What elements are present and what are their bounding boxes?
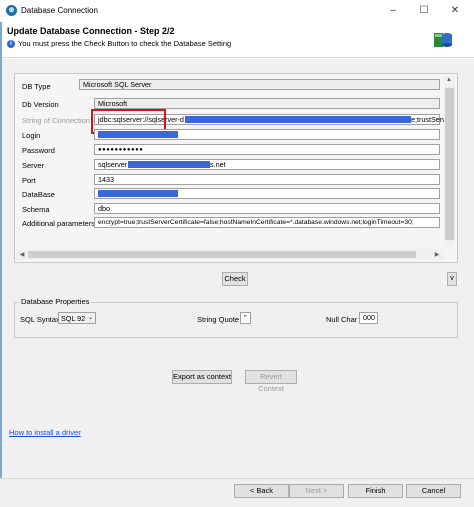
vertical-scroll-thumb[interactable] <box>445 88 454 240</box>
null-char-label: Null Char <box>326 315 358 324</box>
port-label: Port <box>22 176 36 185</box>
cancel-button[interactable]: Cancel <box>406 484 461 498</box>
server-suffix: s.net <box>210 160 226 169</box>
db-type-field[interactable]: Microsoft SQL Server <box>79 79 440 90</box>
header-message: You must press the Check Button to check… <box>18 39 232 48</box>
additional-parameters-label: Additional parameters <box>22 219 95 228</box>
scroll-up-arrow[interactable]: ▲ <box>444 77 454 83</box>
scroll-left-arrow[interactable]: ◀ <box>17 251 27 258</box>
server-prefix: sqlserver <box>98 160 128 169</box>
string-quote-field[interactable]: " <box>240 312 251 324</box>
server-label: Server <box>22 161 45 170</box>
close-button[interactable]: ✕ <box>444 2 466 19</box>
string-quote-label: String Quote <box>197 315 240 324</box>
horizontal-scroll-thumb[interactable] <box>28 251 416 258</box>
password-label: Password <box>22 146 55 155</box>
redacted-database-value <box>98 190 178 197</box>
connection-string-label: String of Connection <box>22 116 90 125</box>
window-border <box>0 22 2 507</box>
db-version-select[interactable]: Microsoft <box>94 98 440 109</box>
redacted-server-value <box>128 161 210 168</box>
export-as-context-button[interactable]: Export as context <box>172 370 232 384</box>
sql-syntax-value: SQL 92 <box>61 314 86 323</box>
database-label: DataBase <box>22 190 55 199</box>
db-version-label: Db Version <box>22 100 59 109</box>
redacted-connection-value <box>185 116 411 123</box>
minimize-button[interactable]: – <box>382 2 404 19</box>
connection-string-suffix: e;trustServ <box>411 115 446 124</box>
sql-syntax-select[interactable]: SQL 92 ⌄ <box>58 312 96 324</box>
database-properties-title: Database Properties <box>19 297 92 306</box>
port-field[interactable]: 1433 <box>94 174 440 185</box>
additional-parameters-field[interactable]: encrypt=true;trustServerCertificate=fals… <box>94 217 440 228</box>
chevron-down-icon: ⌄ <box>87 315 93 321</box>
login-label: Login <box>22 131 41 140</box>
database-icon <box>434 33 452 47</box>
db-type-label: DB Type <box>22 82 51 91</box>
password-field[interactable]: ●●●●●●●●●●● <box>94 144 440 155</box>
revert-context-button[interactable]: Revert Context <box>245 370 297 393</box>
finish-button[interactable]: Finish <box>348 484 403 498</box>
scroll-right-arrow[interactable]: ▶ <box>432 251 442 258</box>
next-button[interactable]: Next > <box>289 484 344 498</box>
app-icon: ⊕ <box>6 5 17 16</box>
check-button[interactable]: Check <box>222 272 248 286</box>
install-driver-link[interactable]: How to install a driver <box>9 428 81 437</box>
page-title: Update Database Connection - Step 2/2 <box>7 26 175 36</box>
null-char-field[interactable]: 000 <box>359 312 378 324</box>
collapse-toggle-button[interactable]: v <box>447 272 457 286</box>
maximize-button[interactable]: ☐ <box>413 2 435 19</box>
sql-syntax-label: SQL Syntax <box>20 315 60 324</box>
schema-label: Schema <box>22 205 50 214</box>
window-title: Database Connection <box>21 6 98 15</box>
back-button[interactable]: < Back <box>234 484 289 498</box>
schema-field[interactable]: dbo <box>94 203 440 214</box>
info-icon: i <box>7 40 15 48</box>
redacted-login-value <box>98 131 178 138</box>
